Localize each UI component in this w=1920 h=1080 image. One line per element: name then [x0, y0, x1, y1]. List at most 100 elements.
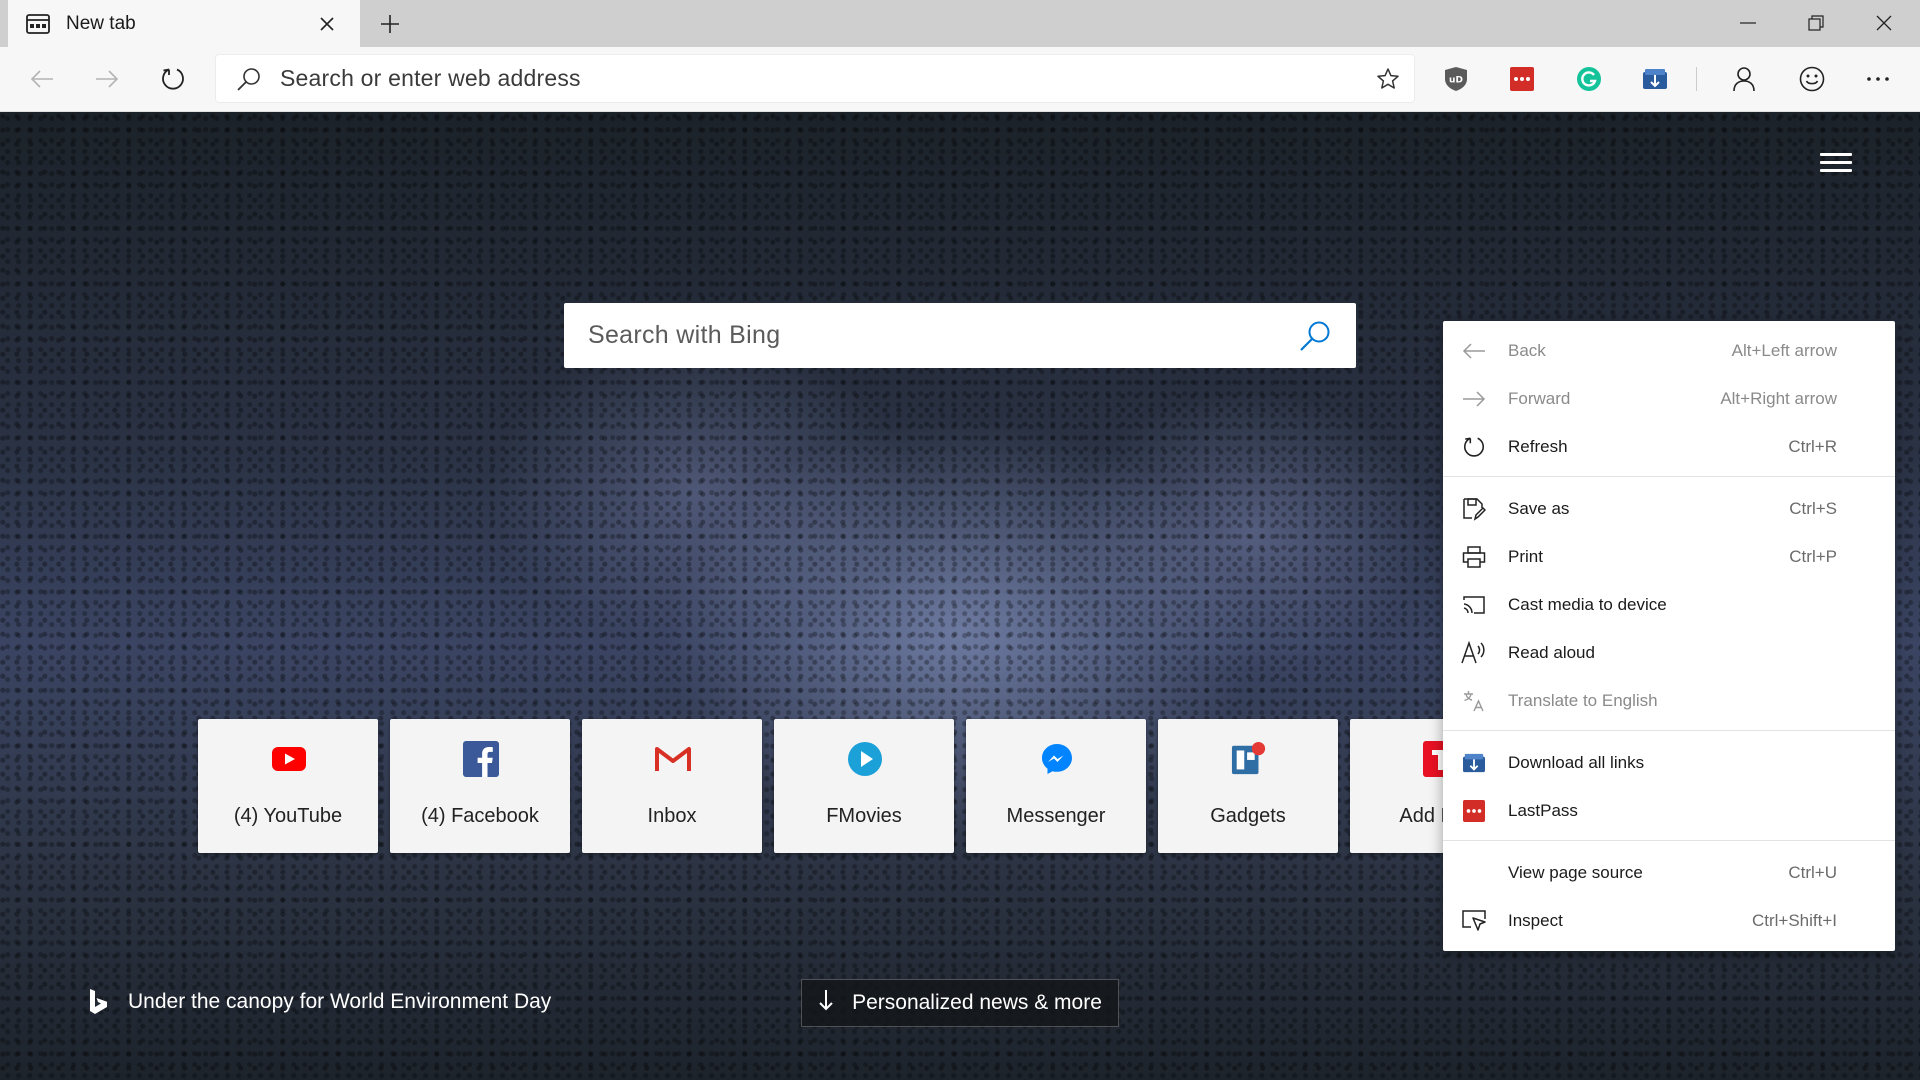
menu-item-cast-media[interactable]: Cast media to device [1443, 581, 1895, 629]
menu-item-save-as[interactable]: Save as Ctrl+S [1443, 485, 1895, 533]
menu-item-shortcut: Ctrl+R [1788, 437, 1837, 456]
menu-item-download-all-links[interactable]: Download all links [1443, 739, 1895, 787]
ublock-origin-icon: uD [1445, 67, 1467, 91]
bing-search-box[interactable]: Search with Bing [564, 303, 1356, 368]
svg-text:uD: uD [1449, 76, 1463, 86]
menu-item-label: Back [1508, 341, 1546, 360]
search-icon[interactable] [1298, 319, 1332, 353]
translate-icon [1461, 688, 1487, 714]
menu-item-label: Download all links [1508, 753, 1645, 772]
print-icon [1461, 544, 1487, 570]
personalized-news-label: Personalized news & more [852, 991, 1102, 1014]
toolbar-separator [1696, 67, 1697, 91]
personalized-news-button[interactable]: Personalized news & more [801, 979, 1119, 1027]
top-site-tile[interactable]: Messenger [966, 719, 1146, 853]
tile-label: (4) Facebook [421, 805, 539, 827]
forward-arrow-icon [96, 70, 119, 88]
menu-item-lastpass[interactable]: LastPass [1443, 787, 1895, 835]
tab-new-tab[interactable]: New tab [8, 0, 360, 47]
refresh-button[interactable] [151, 57, 195, 101]
menu-item-shortcut: Alt+Left arrow [1731, 341, 1837, 360]
menu-item-view-page-source[interactable]: View page source Ctrl+U [1443, 849, 1895, 897]
more-dots-icon [1867, 77, 1889, 81]
menu-item-back[interactable]: Back Alt+Left arrow [1443, 327, 1895, 375]
address-bar-placeholder: Search or enter web address [280, 65, 581, 91]
lastpass-icon [1510, 67, 1534, 91]
download-links-icon [1461, 750, 1487, 776]
menu-item-shortcut: Alt+Right arrow [1720, 389, 1837, 408]
smiley-icon [1799, 66, 1825, 92]
lastpass-icon [1461, 798, 1487, 824]
cast-icon [1461, 592, 1487, 618]
close-window-icon [1876, 15, 1892, 30]
menu-item-label: Inspect [1508, 911, 1563, 930]
menu-item-read-aloud[interactable]: Read aloud [1443, 629, 1895, 677]
menu-item-translate[interactable]: Translate to English [1443, 677, 1895, 725]
menu-item-label: Refresh [1508, 437, 1568, 456]
context-menu: Back Alt+Left arrow Forward Alt+Right ar… [1443, 321, 1895, 951]
ublock-origin-extension-button[interactable]: uD [1436, 59, 1476, 99]
menu-item-label: Cast media to device [1508, 595, 1667, 614]
profile-button[interactable] [1724, 59, 1764, 99]
youtube-icon [271, 741, 307, 777]
back-arrow-icon [30, 70, 53, 88]
grammarly-icon [1577, 67, 1601, 91]
forward-button[interactable] [85, 57, 129, 101]
new-tab-button[interactable] [372, 6, 408, 42]
lastpass-extension-button[interactable] [1502, 59, 1542, 99]
close-window-button[interactable] [1850, 0, 1918, 45]
inspect-icon [1461, 908, 1487, 934]
download-links-extension-button[interactable] [1635, 59, 1675, 99]
back-button[interactable] [20, 57, 64, 101]
favorite-star-icon[interactable] [1376, 67, 1400, 91]
minimize-icon [1740, 21, 1756, 24]
page-settings-menu-icon[interactable] [1820, 148, 1852, 176]
menu-item-label: Translate to English [1508, 691, 1658, 710]
settings-and-more-button[interactable] [1858, 59, 1898, 99]
tile-label: Gadgets [1210, 805, 1286, 827]
menu-item-label: Read aloud [1508, 643, 1595, 662]
plus-icon [381, 15, 399, 33]
fmovies-icon [847, 741, 883, 777]
address-bar[interactable]: Search or enter web address [216, 55, 1414, 102]
menu-item-label: Forward [1508, 389, 1571, 408]
top-site-tile[interactable]: FMovies [774, 719, 954, 853]
top-site-tile[interactable]: (4) Facebook [390, 719, 570, 853]
gadgets-icon [1231, 741, 1267, 777]
background-caption[interactable]: Under the canopy for World Environment D… [88, 988, 551, 1016]
gmail-icon [655, 741, 691, 777]
feedback-button[interactable] [1792, 59, 1832, 99]
restore-icon [1808, 14, 1824, 31]
refresh-icon [162, 68, 184, 90]
bing-search-placeholder: Search with Bing [588, 321, 781, 349]
menu-item-forward[interactable]: Forward Alt+Right arrow [1443, 375, 1895, 423]
close-icon[interactable] [312, 9, 342, 39]
browser-toolbar: Search or enter web address uD [0, 47, 1920, 112]
tile-label: Inbox [647, 805, 697, 827]
menu-item-label: View page source [1508, 863, 1643, 882]
bing-logo-icon [90, 989, 107, 1014]
restore-button[interactable] [1782, 0, 1850, 45]
back-arrow-icon [1461, 338, 1487, 364]
top-site-tile[interactable]: Inbox [582, 719, 762, 853]
menu-item-refresh[interactable]: Refresh Ctrl+R [1443, 423, 1895, 471]
save-as-icon [1461, 496, 1487, 522]
new-tab-page-icon [26, 13, 50, 34]
down-arrow-icon [818, 989, 834, 1017]
minimize-button[interactable] [1714, 0, 1782, 45]
menu-item-print[interactable]: Print Ctrl+P [1443, 533, 1895, 581]
forward-arrow-icon [1461, 386, 1487, 412]
grammarly-extension-button[interactable] [1569, 59, 1609, 99]
refresh-icon [1461, 434, 1487, 460]
tab-title: New tab [66, 12, 136, 34]
menu-item-shortcut: Ctrl+P [1789, 547, 1837, 566]
menu-item-label: Save as [1508, 499, 1570, 518]
menu-separator [1443, 840, 1895, 841]
menu-item-inspect[interactable]: Inspect Ctrl+Shift+I [1443, 897, 1895, 945]
tile-label: Messenger [1006, 805, 1106, 827]
tile-label: (4) YouTube [233, 805, 343, 827]
menu-item-shortcut: Ctrl+Shift+I [1751, 911, 1837, 930]
background-caption-text: Under the canopy for World Environment D… [128, 990, 552, 1013]
top-site-tile[interactable]: (4) YouTube [198, 719, 378, 853]
top-site-tile[interactable]: Gadgets [1158, 719, 1338, 853]
